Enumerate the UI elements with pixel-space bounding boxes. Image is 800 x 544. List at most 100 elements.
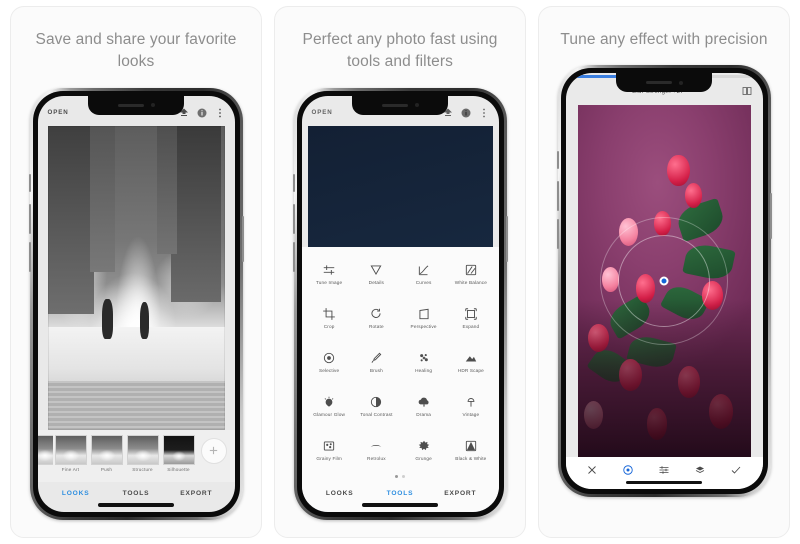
panel-caption-3: Tune any effect with precision bbox=[560, 31, 768, 48]
photo-border bbox=[47, 125, 225, 430]
tool-label: Vintage bbox=[462, 412, 480, 418]
screenshot-card-1: Save and share your favorite looks OPEN bbox=[10, 6, 262, 538]
tool-label: Tonal Contrast bbox=[360, 412, 393, 418]
lens-blur-icon[interactable] bbox=[622, 464, 634, 476]
edited-photo-preview-1[interactable] bbox=[47, 125, 225, 430]
volume-up-button bbox=[556, 181, 559, 212]
blur-center-handle[interactable] bbox=[659, 276, 669, 286]
tool-label: Crop bbox=[323, 324, 335, 330]
tool-drama[interactable]: Drama bbox=[400, 385, 447, 429]
home-indicator bbox=[362, 503, 438, 507]
vintage-icon bbox=[467, 398, 475, 408]
tab-export[interactable]: EXPORT bbox=[166, 490, 226, 497]
tool-rotate[interactable]: Rotate bbox=[353, 297, 400, 341]
adjust-sliders-icon[interactable] bbox=[658, 464, 670, 476]
info-icon[interactable] bbox=[460, 107, 472, 119]
tool-selective[interactable]: Selective bbox=[306, 341, 353, 385]
close-icon[interactable] bbox=[586, 464, 598, 476]
tools-page-indicator bbox=[302, 473, 499, 482]
tool-glamour-glow[interactable]: Glamour Glow bbox=[306, 385, 353, 429]
look-thumb-image bbox=[162, 434, 195, 465]
tool-tune-image[interactable]: Tune Image bbox=[306, 253, 353, 297]
tab-tools[interactable]: TOOLS bbox=[106, 490, 166, 497]
volume-down-button bbox=[292, 241, 295, 272]
tool-label: HDR Scape bbox=[457, 368, 484, 374]
phone-mockup-2: OPEN Tune Image Details Curves White Bal… bbox=[292, 87, 508, 520]
tool-crop[interactable]: Crop bbox=[306, 297, 353, 341]
tool-details[interactable]: Details bbox=[353, 253, 400, 297]
look-thumb-image bbox=[37, 434, 53, 465]
list-item[interactable]: Structure bbox=[125, 434, 161, 472]
earpiece-speaker bbox=[645, 81, 672, 85]
phone-screen-2: OPEN Tune Image Details Curves White Bal… bbox=[301, 95, 499, 512]
front-camera-icon bbox=[150, 103, 155, 108]
panel-caption-1: Save and share your favorite looks bbox=[35, 31, 237, 71]
rotate-icon bbox=[371, 309, 381, 319]
look-label: Structure bbox=[132, 466, 153, 472]
tool-white-balance[interactable]: White Balance bbox=[447, 253, 494, 297]
overflow-menu-icon[interactable] bbox=[214, 107, 226, 119]
info-icon[interactable] bbox=[196, 107, 208, 119]
bottom-tabbar-1[interactable]: LOOKS TOOLS EXPORT bbox=[38, 482, 235, 512]
brush-icon bbox=[371, 353, 382, 364]
tool-expand[interactable]: Expand bbox=[447, 297, 494, 341]
earpiece-speaker bbox=[381, 103, 408, 107]
page-dot[interactable] bbox=[395, 474, 398, 478]
perspective-icon bbox=[419, 309, 429, 320]
look-label: Fine Art bbox=[61, 466, 80, 472]
tool-label: Glamour Glow bbox=[313, 412, 345, 418]
tab-looks[interactable]: LOOKS bbox=[310, 490, 370, 497]
stack-layers-icon[interactable] bbox=[694, 464, 706, 476]
tune-image-icon bbox=[323, 265, 335, 276]
tools-grid: Tune Image Details Curves White Balance … bbox=[302, 247, 499, 473]
blur-control-overlay[interactable] bbox=[584, 201, 744, 361]
details-icon bbox=[370, 265, 382, 276]
grunge-icon bbox=[418, 441, 429, 451]
page-dot[interactable] bbox=[402, 474, 405, 478]
check-icon[interactable] bbox=[730, 464, 742, 476]
tool-retrolux[interactable]: Retrolux bbox=[353, 429, 400, 473]
tool-vintage[interactable]: Vintage bbox=[447, 385, 494, 429]
tool-healing[interactable]: Healing bbox=[400, 341, 447, 385]
volume-up-button bbox=[28, 203, 31, 234]
tool-grunge[interactable]: Grunge bbox=[400, 429, 447, 473]
compare-icon[interactable] bbox=[741, 85, 753, 97]
edited-photo-preview-3[interactable] bbox=[577, 105, 751, 458]
looks-filmstrip[interactable]: Fine Art Push Structure Silhouette bbox=[37, 429, 235, 482]
open-button[interactable]: OPEN bbox=[312, 109, 333, 116]
tool-label: Grunge bbox=[415, 456, 432, 462]
bottom-toolbar-3[interactable] bbox=[565, 457, 763, 490]
look-thumb-partial[interactable] bbox=[37, 434, 53, 465]
tool-hdr-scape[interactable]: HDR Scape bbox=[447, 341, 494, 385]
tool-label: Curves bbox=[415, 280, 432, 286]
open-button[interactable]: OPEN bbox=[48, 109, 69, 116]
phone-mockup-1: OPEN Fine Art Push Structure Silhouette … bbox=[28, 87, 244, 520]
volume-down-button bbox=[556, 219, 559, 250]
tab-looks[interactable]: LOOKS bbox=[46, 490, 106, 497]
tool-label: White Balance bbox=[454, 280, 487, 286]
tool-tonal-contrast[interactable]: Tonal Contrast bbox=[353, 385, 400, 429]
tool-label: Retrolux bbox=[367, 456, 386, 462]
list-item[interactable]: Fine Art bbox=[53, 434, 89, 472]
list-item[interactable]: Push bbox=[89, 434, 125, 472]
tool-brush[interactable]: Brush bbox=[353, 341, 400, 385]
tool-black-white[interactable]: Black & White bbox=[447, 429, 494, 473]
tool-label: Expand bbox=[462, 324, 480, 330]
tab-export[interactable]: EXPORT bbox=[430, 490, 490, 497]
power-button bbox=[241, 215, 244, 262]
tools-panel: Tune Image Details Curves White Balance … bbox=[301, 246, 499, 512]
notch-1 bbox=[88, 95, 184, 115]
tool-perspective[interactable]: Perspective bbox=[400, 297, 447, 341]
tab-tools[interactable]: TOOLS bbox=[370, 490, 430, 497]
tool-grainy-film[interactable]: Grainy Film bbox=[306, 429, 353, 473]
add-look-button[interactable] bbox=[200, 437, 227, 464]
overflow-menu-icon[interactable] bbox=[478, 107, 490, 119]
hdr-scape-icon bbox=[465, 356, 477, 362]
phone-screen-1: OPEN Fine Art Push Structure Silhouette … bbox=[37, 95, 235, 512]
healing-icon bbox=[419, 354, 428, 362]
power-button bbox=[769, 193, 772, 240]
bottom-tabbar-2[interactable]: LOOKS TOOLS EXPORT bbox=[302, 482, 499, 512]
list-item[interactable]: Silhouette bbox=[161, 434, 197, 472]
volume-down-button bbox=[28, 241, 31, 272]
tool-curves[interactable]: Curves bbox=[400, 253, 447, 297]
